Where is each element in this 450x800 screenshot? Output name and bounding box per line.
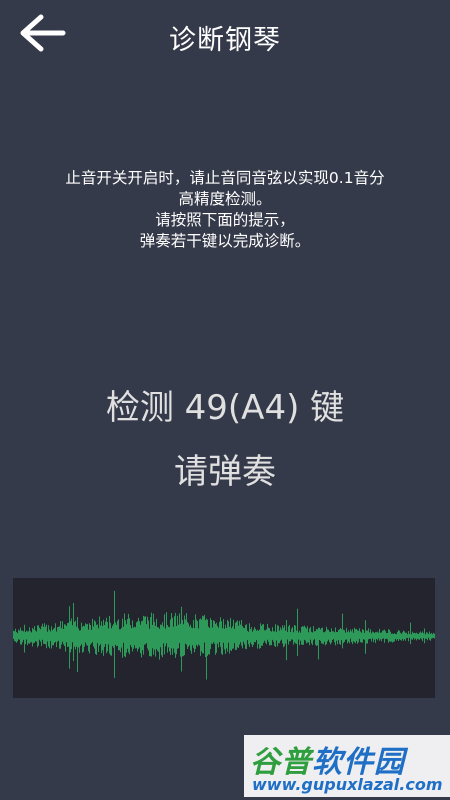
instruction-line: 请按照下面的提示， <box>155 211 295 229</box>
play-prompt-label: 请弹奏 <box>174 452 276 492</box>
app-header: 诊断钢琴 <box>0 0 450 72</box>
instruction-line: 高精度检测。 <box>178 190 272 208</box>
waveform-trace <box>13 590 435 680</box>
instructions-text: 止音开关开启时，请止音同音弦以实现0.1音分 高精度检测。 请按照下面的提示， … <box>10 168 440 252</box>
detect-key-label: 检测 49(A4) 键 <box>105 388 345 428</box>
watermark: 谷普软件园 www.gupuxlazal.com <box>244 735 450 797</box>
watermark-url: www.gupuxlazal.com <box>252 775 443 794</box>
diagnose-piano-screen: 诊断钢琴 止音开关开启时，请止音同音弦以实现0.1音分 高精度检测。 请按照下面… <box>0 0 450 800</box>
waveform-panel <box>13 578 435 698</box>
page-title: 诊断钢琴 <box>169 25 281 56</box>
instruction-line: 弹奏若干键以完成诊断。 <box>139 232 311 250</box>
audio-waveform <box>13 590 435 680</box>
instruction-line: 止音开关开启时，请止音同音弦以实现0.1音分 <box>65 169 385 187</box>
